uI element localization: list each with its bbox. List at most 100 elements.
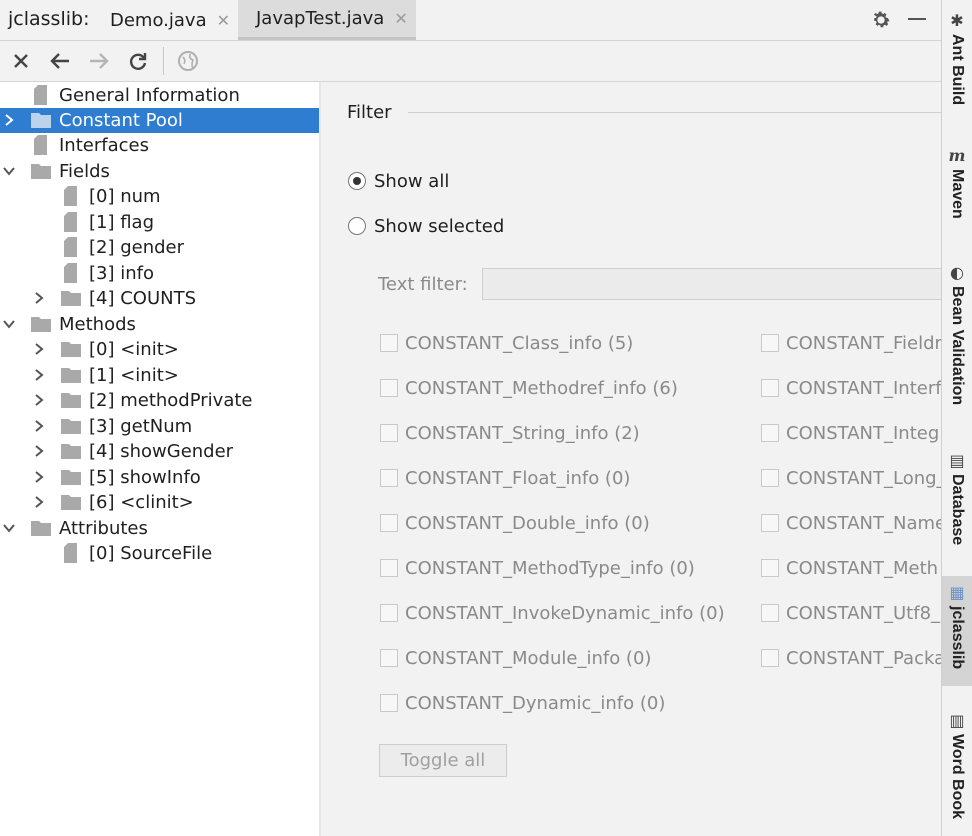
chevron-down-icon[interactable] <box>2 161 16 181</box>
tree-node-label: [1] <init> <box>89 365 179 386</box>
checkbox-label: CONSTANT_Utf8_ <box>786 603 941 624</box>
tree-node-method[interactable]: [6] <clinit> <box>0 490 319 515</box>
tree-node-general-information[interactable]: General Information <box>0 83 319 108</box>
tree-node-method[interactable]: [5] showInfo <box>0 465 319 490</box>
close-tab-icon[interactable]: ✕ <box>394 9 407 28</box>
chevron-right-icon[interactable] <box>32 365 46 385</box>
constant-methodtype-checkbox[interactable] <box>380 559 398 577</box>
chevron-right-icon[interactable] <box>32 441 46 461</box>
chevron-right-icon[interactable] <box>2 110 16 130</box>
file-icon <box>64 186 77 206</box>
group-divider <box>408 112 941 113</box>
constant-invokedynamic-checkbox[interactable] <box>380 604 398 622</box>
tree-node-method[interactable]: [1] <init> <box>0 363 319 388</box>
tree-node-method[interactable]: [2] methodPrivate <box>0 388 319 413</box>
maven-tool-button[interactable]: m Maven <box>942 145 972 230</box>
folder-icon <box>31 317 51 332</box>
tree-node-constant-pool[interactable]: Constant Pool <box>0 108 319 133</box>
constant-interfacemethodref-checkbox[interactable] <box>761 379 779 397</box>
constant-package-checkbox[interactable] <box>761 649 779 667</box>
minimize-icon[interactable] <box>908 18 926 20</box>
chevron-right-icon[interactable] <box>32 492 46 512</box>
toolbar-separator <box>163 47 164 75</box>
chevron-right-icon[interactable] <box>32 390 46 410</box>
folder-icon <box>31 521 51 536</box>
tab-label: JavapTest.java <box>256 8 385 29</box>
checkbox-label: CONSTANT_String_info (2) <box>405 423 640 444</box>
constant-float-checkbox[interactable] <box>380 469 398 487</box>
folder-icon <box>61 291 81 306</box>
constant-dynamic-checkbox[interactable] <box>380 694 398 712</box>
tree-node-attribute[interactable]: [0] SourceFile <box>0 541 319 566</box>
sidebar-label: Bean Validation <box>949 286 966 406</box>
chevron-right-icon[interactable] <box>32 288 46 308</box>
constant-utf8-checkbox[interactable] <box>761 604 779 622</box>
constant-class-checkbox[interactable] <box>380 334 398 352</box>
jclasslib-tool-button[interactable]: ▦ jclasslib <box>942 576 972 686</box>
folder-icon <box>61 368 81 383</box>
tree-node-method[interactable]: [0] <init> <box>0 337 319 362</box>
tree-node-interfaces[interactable]: Interfaces <box>0 133 319 158</box>
back-icon[interactable] <box>47 48 73 74</box>
constant-double-checkbox[interactable] <box>380 514 398 532</box>
tree-node-methods[interactable]: Methods <box>0 312 319 337</box>
text-filter-input[interactable] <box>482 268 952 300</box>
checkbox-label: CONSTANT_Interf <box>786 378 942 399</box>
constant-module-checkbox[interactable] <box>380 649 398 667</box>
close-icon[interactable] <box>8 48 34 74</box>
checkbox-label: CONSTANT_Fieldr <box>786 333 942 354</box>
chevron-down-icon[interactable] <box>2 314 16 334</box>
ant-build-tool-button[interactable]: ✱ Ant Build <box>942 10 972 120</box>
tree-node-label: Constant Pool <box>59 110 183 131</box>
tree-node-field[interactable]: [3] info <box>0 261 319 286</box>
show-selected-label[interactable]: Show selected <box>374 216 504 237</box>
chevron-right-icon[interactable] <box>32 467 46 487</box>
chevron-down-icon[interactable] <box>2 518 16 538</box>
close-tab-icon[interactable]: ✕ <box>217 11 230 30</box>
tree-node-field[interactable]: [1] flag <box>0 210 319 235</box>
filter-panel <box>321 82 941 836</box>
forward-icon[interactable] <box>86 48 112 74</box>
folder-icon <box>61 393 81 408</box>
chevron-right-icon[interactable] <box>32 416 46 436</box>
file-icon <box>34 135 47 155</box>
file-icon <box>64 543 77 563</box>
text-filter-label: Text filter: <box>378 274 468 295</box>
tree-node-label: [1] flag <box>89 212 155 233</box>
tree-node-field[interactable]: [0] num <box>0 184 319 209</box>
constant-nameandtype-checkbox[interactable] <box>761 514 779 532</box>
browser-icon[interactable] <box>175 48 201 74</box>
constant-integer-checkbox[interactable] <box>761 424 779 442</box>
tree-node-field[interactable]: [2] gender <box>0 235 319 260</box>
tab-label: Demo.java <box>110 9 207 31</box>
constant-long-checkbox[interactable] <box>761 469 779 487</box>
tree-node-label: Methods <box>59 314 136 335</box>
sidebar-label: Word Book <box>949 734 966 820</box>
gear-icon[interactable] <box>870 9 892 36</box>
show-selected-radio[interactable] <box>348 217 366 235</box>
filter-group-title: Filter <box>347 102 392 123</box>
tree-node-field[interactable]: [4] COUNTS <box>0 286 319 311</box>
constant-methodref-checkbox[interactable] <box>380 379 398 397</box>
tree-node-method[interactable]: [4] showGender <box>0 439 319 464</box>
sidebar-label: Maven <box>949 169 966 219</box>
tree-node-method[interactable]: [3] getNum <box>0 414 319 439</box>
toggle-all-button[interactable]: Toggle all <box>379 744 507 777</box>
word-book-tool-button[interactable]: ▥ Word Book <box>942 710 972 830</box>
constant-fieldref-checkbox[interactable] <box>761 334 779 352</box>
tree-node-attributes[interactable]: Attributes <box>0 516 319 541</box>
constant-string-checkbox[interactable] <box>380 424 398 442</box>
bean-validation-tool-button[interactable]: ◐ Bean Validation <box>942 262 972 412</box>
tree-node-fields[interactable]: Fields <box>0 159 319 184</box>
tab-demo-java[interactable]: Demo.java ✕ <box>92 0 238 40</box>
tab-javaptest-java[interactable]: JavapTest.java ✕ <box>238 0 416 40</box>
class-structure-tree[interactable]: General Information Constant Pool Interf… <box>0 82 319 836</box>
database-tool-button[interactable]: ▤ Database <box>942 450 972 550</box>
show-all-radio[interactable] <box>348 172 366 190</box>
constant-methodhandle-checkbox[interactable] <box>761 559 779 577</box>
chevron-right-icon[interactable] <box>32 339 46 359</box>
tree-node-label: [4] COUNTS <box>89 288 197 309</box>
tree-node-label: [0] SourceFile <box>89 543 213 564</box>
refresh-icon[interactable] <box>125 48 151 74</box>
show-all-label[interactable]: Show all <box>374 171 449 192</box>
